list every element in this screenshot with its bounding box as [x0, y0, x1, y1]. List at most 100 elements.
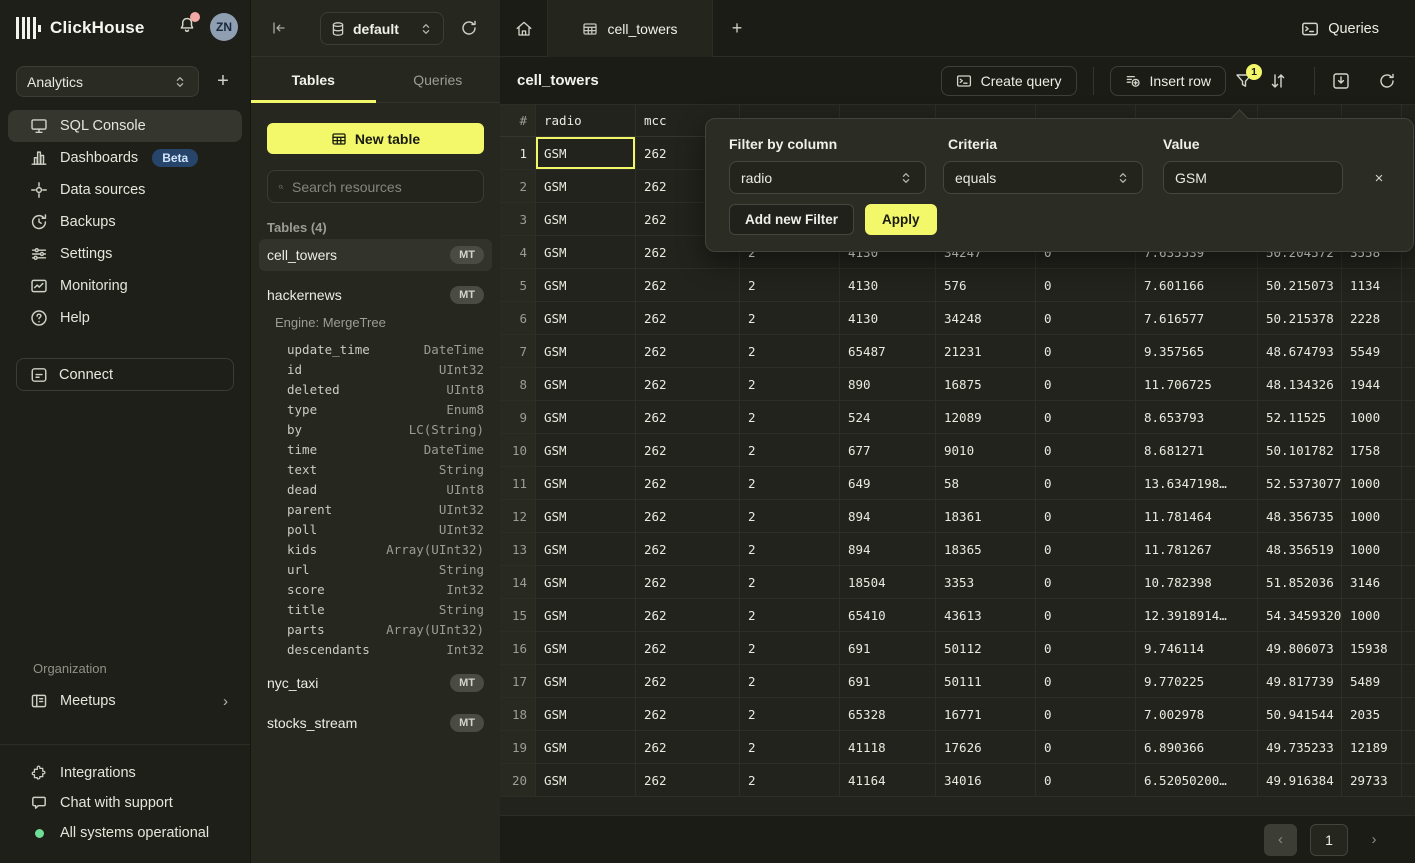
- grid-cell[interactable]: GSM: [536, 236, 636, 268]
- row-number[interactable]: 16: [500, 632, 536, 664]
- pagination-prev-button[interactable]: ‹: [1264, 824, 1297, 856]
- grid-cell[interactable]: 4130: [840, 269, 936, 301]
- grid-cell[interactable]: GSM: [536, 764, 636, 796]
- search-resources[interactable]: [267, 170, 484, 203]
- grid-cell[interactable]: 41164: [840, 764, 936, 796]
- grid-cell[interactable]: 262: [636, 665, 740, 697]
- grid-cell[interactable]: 49.806073: [1258, 632, 1342, 664]
- grid-cell[interactable]: 41118: [840, 731, 936, 763]
- sidebar-item-sql-console[interactable]: SQL Console: [8, 110, 242, 142]
- grid-cell[interactable]: 3146: [1342, 566, 1402, 598]
- grid-cell[interactable]: 2: [740, 434, 840, 466]
- row-number[interactable]: 7: [500, 335, 536, 367]
- filter-column-select[interactable]: radio: [729, 161, 926, 194]
- grid-cell[interactable]: 2: [740, 698, 840, 730]
- grid-cell[interactable]: 1000: [1342, 467, 1402, 499]
- grid-cell[interactable]: 52.11525: [1258, 401, 1342, 433]
- grid-cell[interactable]: 1000: [1342, 599, 1402, 631]
- home-tab[interactable]: [500, 0, 547, 57]
- grid-cell[interactable]: 5549: [1342, 335, 1402, 367]
- table-list-item-nyc_taxi[interactable]: nyc_taxiMT: [259, 667, 492, 699]
- grid-cell[interactable]: 2: [740, 500, 840, 532]
- grid-cell[interactable]: GSM: [536, 731, 636, 763]
- grid-cell[interactable]: 649: [840, 467, 936, 499]
- grid-cell[interactable]: 8.681271: [1136, 434, 1258, 466]
- grid-cell[interactable]: 1000: [1342, 533, 1402, 565]
- grid-cell[interactable]: GSM: [536, 434, 636, 466]
- grid-cell[interactable]: 2: [740, 566, 840, 598]
- row-number[interactable]: 19: [500, 731, 536, 763]
- grid-cell[interactable]: 50111: [936, 665, 1036, 697]
- grid-cell[interactable]: 17626: [936, 731, 1036, 763]
- grid-cell[interactable]: GSM: [536, 368, 636, 400]
- sidebar-item-dashboards[interactable]: DashboardsBeta: [8, 142, 242, 174]
- grid-cell[interactable]: GSM: [536, 467, 636, 499]
- row-number[interactable]: 6: [500, 302, 536, 334]
- grid-cell[interactable]: 11.706725: [1136, 368, 1258, 400]
- grid-cell[interactable]: 0: [1036, 665, 1136, 697]
- sidebar-item-backups[interactable]: Backups: [8, 206, 242, 238]
- sidebar-item-meetups[interactable]: Meetups ›: [8, 684, 242, 718]
- grid-cell[interactable]: 262: [636, 368, 740, 400]
- close-filter-icon[interactable]: ×: [1368, 167, 1390, 189]
- grid-cell[interactable]: GSM: [536, 566, 636, 598]
- grid-cell[interactable]: 0: [1036, 302, 1136, 334]
- grid-cell[interactable]: 262: [636, 566, 740, 598]
- grid-cell[interactable]: 262: [636, 599, 740, 631]
- grid-cell[interactable]: 2: [740, 665, 840, 697]
- grid-cell[interactable]: 16771: [936, 698, 1036, 730]
- grid-cell[interactable]: 262: [636, 731, 740, 763]
- refresh-tables-icon[interactable]: [459, 18, 479, 38]
- sort-icon[interactable]: [1268, 71, 1288, 91]
- grid-cell[interactable]: 262: [636, 269, 740, 301]
- pagination-current-page[interactable]: 1: [1310, 824, 1348, 856]
- table-list-item-hackernews[interactable]: hackernewsMT: [259, 279, 492, 311]
- filter-icon[interactable]: 1: [1234, 71, 1254, 91]
- grid-cell[interactable]: 0: [1036, 566, 1136, 598]
- grid-cell[interactable]: 58: [936, 467, 1036, 499]
- grid-cell[interactable]: 0: [1036, 467, 1136, 499]
- grid-cell[interactable]: 9010: [936, 434, 1036, 466]
- grid-cell[interactable]: GSM: [536, 698, 636, 730]
- grid-cell[interactable]: 576: [936, 269, 1036, 301]
- grid-cell[interactable]: 0: [1036, 335, 1136, 367]
- grid-cell[interactable]: 890: [840, 368, 936, 400]
- grid-cell[interactable]: 0: [1036, 269, 1136, 301]
- grid-cell[interactable]: GSM: [536, 500, 636, 532]
- grid-cell[interactable]: 9.746114: [1136, 632, 1258, 664]
- tab-queries[interactable]: Queries: [376, 57, 501, 102]
- grid-cell[interactable]: 3353: [936, 566, 1036, 598]
- grid-cell[interactable]: 12089: [936, 401, 1036, 433]
- grid-cell[interactable]: GSM: [536, 335, 636, 367]
- grid-cell[interactable]: 34248: [936, 302, 1036, 334]
- grid-cell[interactable]: 2: [740, 632, 840, 664]
- grid-cell[interactable]: 50.215073: [1258, 269, 1342, 301]
- grid-cell[interactable]: 262: [636, 698, 740, 730]
- grid-cell[interactable]: 262: [636, 533, 740, 565]
- grid-cell[interactable]: 52.5373077…: [1258, 467, 1342, 499]
- add-tab-button[interactable]: +: [721, 0, 753, 57]
- grid-cell[interactable]: 262: [636, 632, 740, 664]
- grid-cell[interactable]: 0: [1036, 698, 1136, 730]
- avatar[interactable]: ZN: [210, 13, 238, 41]
- grid-cell[interactable]: 13.6347198…: [1136, 467, 1258, 499]
- sidebar-item-monitoring[interactable]: Monitoring: [8, 270, 242, 302]
- grid-cell[interactable]: GSM: [536, 599, 636, 631]
- grid-cell[interactable]: 49.735233: [1258, 731, 1342, 763]
- grid-cell[interactable]: 2: [740, 599, 840, 631]
- grid-cell[interactable]: 0: [1036, 434, 1136, 466]
- row-number[interactable]: 1: [500, 137, 536, 169]
- notifications-bell-icon[interactable]: [178, 16, 196, 34]
- filter-value-input[interactable]: [1163, 161, 1343, 194]
- grid-cell[interactable]: GSM: [536, 401, 636, 433]
- row-number[interactable]: 4: [500, 236, 536, 268]
- row-number[interactable]: 9: [500, 401, 536, 433]
- grid-cell[interactable]: 894: [840, 500, 936, 532]
- grid-cell[interactable]: 34016: [936, 764, 1036, 796]
- grid-cell[interactable]: 7.601166: [1136, 269, 1258, 301]
- grid-cell[interactable]: 2: [740, 302, 840, 334]
- grid-cell[interactable]: 1000: [1342, 500, 1402, 532]
- grid-cell[interactable]: 43613: [936, 599, 1036, 631]
- grid-cell[interactable]: 894: [840, 533, 936, 565]
- grid-cell[interactable]: 2228: [1342, 302, 1402, 334]
